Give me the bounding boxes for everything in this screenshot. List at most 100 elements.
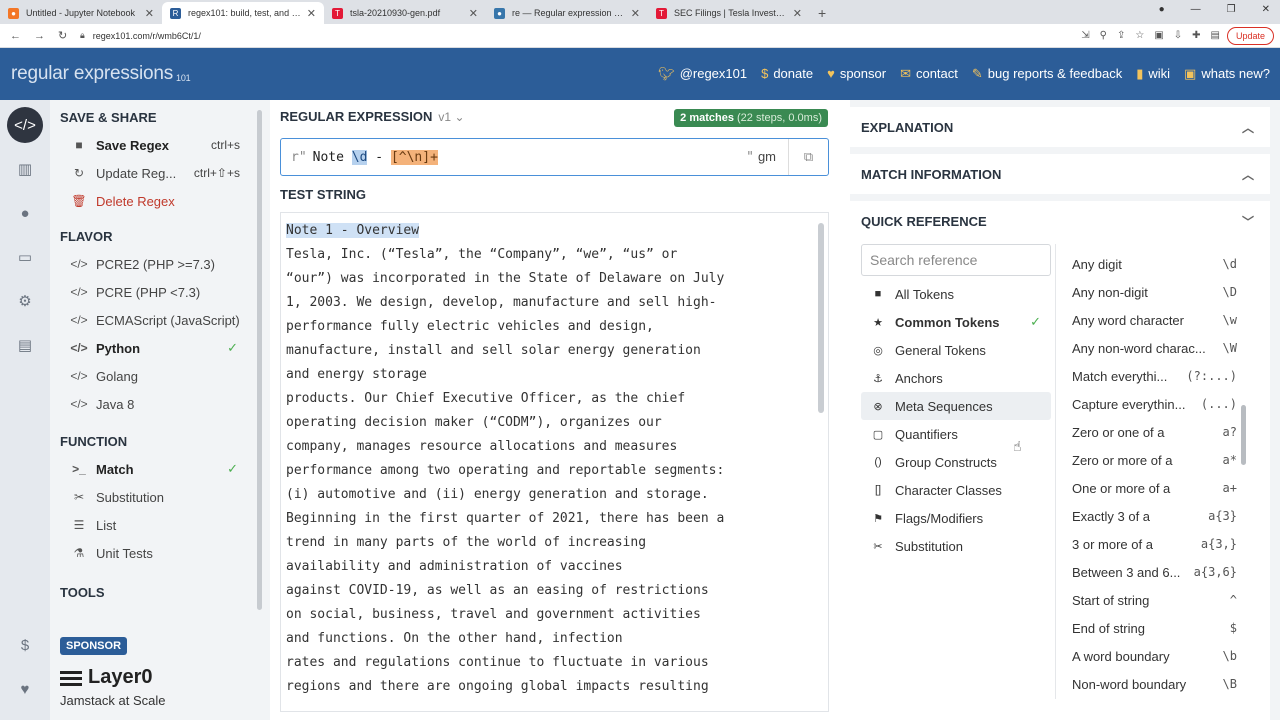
- test-string-scrollbar[interactable]: [818, 223, 824, 413]
- account-icon[interactable]: ●: [7, 195, 43, 231]
- regex-input[interactable]: r" Note \d - [^\n]+ " gm ⧉: [280, 138, 829, 176]
- reference-item[interactable]: Between 3 and 6... a{3,6}: [1072, 558, 1237, 586]
- back-icon[interactable]: ←: [10, 30, 24, 42]
- sponsor-heart-icon[interactable]: ♥: [7, 671, 43, 707]
- test-line: regions and there are ongoing global imp…: [286, 679, 709, 694]
- category-flags-modifiers[interactable]: ⚑ Flags/Modifiers: [861, 504, 1051, 532]
- site-logo[interactable]: regular expressions 101: [11, 63, 191, 85]
- chat-icon[interactable]: ▤: [7, 327, 43, 363]
- reference-item[interactable]: Start of string ^: [1072, 586, 1237, 614]
- close-tab-icon[interactable]: ✕: [307, 7, 316, 20]
- download-icon[interactable]: ⇩: [1174, 30, 1182, 41]
- reference-item[interactable]: A word boundary \b: [1072, 642, 1237, 670]
- category-meta-sequences[interactable]: ⊗ Meta Sequences: [861, 392, 1051, 420]
- extensions-icon[interactable]: ✚: [1192, 30, 1200, 41]
- tab-python-re[interactable]: ● re — Regular expression operati ✕: [486, 2, 648, 24]
- maximize-icon[interactable]: ❐: [1227, 4, 1236, 15]
- reference-item[interactable]: Match everythi... (?:...): [1072, 362, 1237, 390]
- reference-item[interactable]: Any digit \d: [1072, 250, 1237, 278]
- close-tab-icon[interactable]: ✕: [631, 7, 640, 20]
- minimize-icon[interactable]: —: [1191, 4, 1201, 15]
- close-window-icon[interactable]: ✕: [1262, 4, 1270, 15]
- url-field[interactable]: regex101.com/r/wmb6Ct/1/: [93, 31, 201, 41]
- donate-link[interactable]: $ donate: [761, 66, 813, 82]
- regex-flags[interactable]: " gm: [746, 149, 776, 165]
- bookmark-star-icon[interactable]: ☆: [1135, 30, 1144, 41]
- function-unit-tests[interactable]: ⚗ Unit Tests: [50, 539, 270, 567]
- whats-new-link[interactable]: ▣ whats new?: [1184, 66, 1270, 82]
- version-selector[interactable]: v1 ⌄: [438, 110, 464, 124]
- reference-token: \b: [1222, 649, 1237, 663]
- wiki-link[interactable]: ▮ wiki: [1136, 66, 1170, 82]
- quick-reference-header[interactable]: QUICK REFERENCE ﹀: [850, 201, 1270, 241]
- flavor-java8[interactable]: </> Java 8: [50, 390, 270, 418]
- reference-item[interactable]: Non-word boundary \B: [1072, 670, 1237, 698]
- regex-editor-icon[interactable]: </>: [7, 107, 43, 143]
- flavor-golang[interactable]: </> Golang: [50, 362, 270, 390]
- save-regex-button[interactable]: ■ Save Regex ctrl+s: [50, 131, 270, 159]
- reference-item[interactable]: 3 or more of a a{3,}: [1072, 530, 1237, 558]
- function-substitution[interactable]: ✂ Substitution: [50, 483, 270, 511]
- donate-dollar-icon[interactable]: $: [7, 627, 43, 663]
- tab-sec-filings[interactable]: T SEC Filings | Tesla Investor Relati ✕: [648, 2, 810, 24]
- zoom-icon[interactable]: ⚲: [1100, 30, 1107, 41]
- update-browser-button[interactable]: Update: [1226, 27, 1274, 45]
- new-tab-button[interactable]: +: [818, 5, 826, 21]
- flavor-label: ECMAScript (JavaScript): [96, 312, 240, 328]
- close-tab-icon[interactable]: ✕: [469, 7, 478, 20]
- close-tab-icon[interactable]: ✕: [793, 7, 802, 20]
- search-reference-input[interactable]: Search reference: [861, 244, 1051, 276]
- category-general-tokens[interactable]: ◎ General Tokens: [861, 336, 1051, 364]
- install-icon[interactable]: ⇲: [1081, 30, 1089, 41]
- reference-item[interactable]: One or more of a a+: [1072, 474, 1237, 502]
- quiz-icon[interactable]: ▭: [7, 239, 43, 275]
- library-icon[interactable]: ▥: [7, 151, 43, 187]
- flavor-python[interactable]: </> Python ✓: [50, 334, 270, 362]
- twitter-link[interactable]: 🐦︎ @regex101: [658, 66, 747, 82]
- screenshot-icon[interactable]: ▣: [1154, 30, 1163, 41]
- category-quantifiers[interactable]: ▢ Quantifiers: [861, 420, 1051, 448]
- category-group-constructs[interactable]: () Group Constructs: [861, 448, 1051, 476]
- category-all-tokens[interactable]: ■ All Tokens: [861, 280, 1051, 308]
- sponsor-link[interactable]: ♥ sponsor: [827, 66, 886, 82]
- close-tab-icon[interactable]: ✕: [145, 7, 154, 20]
- reference-item[interactable]: Capture everythin... (...): [1072, 390, 1237, 418]
- category-character-classes[interactable]: [] Character Classes: [861, 476, 1051, 504]
- copy-icon[interactable]: ⧉: [788, 139, 828, 175]
- contact-link[interactable]: ✉ contact: [900, 66, 958, 82]
- reference-scrollbar[interactable]: [1241, 405, 1246, 465]
- function-list[interactable]: ☰ List: [50, 511, 270, 539]
- reference-item[interactable]: Any non-digit \D: [1072, 278, 1237, 306]
- tab-jupyter[interactable]: ● Untitled - Jupyter Notebook ✕: [0, 2, 162, 24]
- reference-item[interactable]: End of string $: [1072, 614, 1237, 642]
- flavor-pcre2[interactable]: </> PCRE2 (PHP >=7.3): [50, 250, 270, 278]
- flavor-pcre[interactable]: </> PCRE (PHP <7.3): [50, 278, 270, 306]
- tab-regex101[interactable]: Rregex101: build, test, and debug ✕: [162, 2, 324, 24]
- bug-report-link[interactable]: ✎ bug reports & feedback: [972, 66, 1122, 82]
- category-anchors[interactable]: ⚓ Anchors: [861, 364, 1051, 392]
- category-common-tokens[interactable]: ★ Common Tokens ✓: [861, 308, 1051, 336]
- category-substitution[interactable]: ✂ Substitution: [861, 532, 1051, 560]
- forward-icon[interactable]: →: [34, 30, 48, 42]
- reference-item[interactable]: Zero or one of a a?: [1072, 418, 1237, 446]
- settings-gear-icon[interactable]: ⚙: [7, 283, 43, 319]
- test-string-input[interactable]: Note 1 - Overview Tesla, Inc. (“Tesla”, …: [280, 212, 829, 712]
- function-match[interactable]: >_ Match ✓: [50, 455, 270, 483]
- function-title: FUNCTION: [60, 434, 128, 449]
- lock-icon[interactable]: 🔒︎: [80, 30, 85, 41]
- tab-tsla-pdf[interactable]: Ttsla-20210930-gen.pdf ✕: [324, 2, 486, 24]
- reload-icon[interactable]: ↻: [58, 29, 72, 42]
- reference-item[interactable]: Zero or more of a a*: [1072, 446, 1237, 474]
- share-icon[interactable]: ⇪: [1117, 30, 1125, 41]
- delete-regex-button[interactable]: 🗑︎ Delete Regex: [50, 187, 270, 215]
- sponsor-logo[interactable]: Layer0: [60, 666, 153, 689]
- flavor-ecmascript[interactable]: </> ECMAScript (JavaScript): [50, 306, 270, 334]
- update-regex-button[interactable]: ↻ Update Reg... ctrl+⇧+s: [50, 159, 270, 187]
- sidebar-icon[interactable]: ▤: [1211, 30, 1220, 41]
- explanation-header[interactable]: EXPLANATION ︿: [850, 107, 1270, 147]
- reference-item[interactable]: Any non-word charac... \W: [1072, 334, 1237, 362]
- reference-item[interactable]: Any word character \w: [1072, 306, 1237, 334]
- profile-icon[interactable]: ●: [1159, 4, 1165, 15]
- reference-item[interactable]: Exactly 3 of a a{3}: [1072, 502, 1237, 530]
- match-information-header[interactable]: MATCH INFORMATION ︿: [850, 154, 1270, 194]
